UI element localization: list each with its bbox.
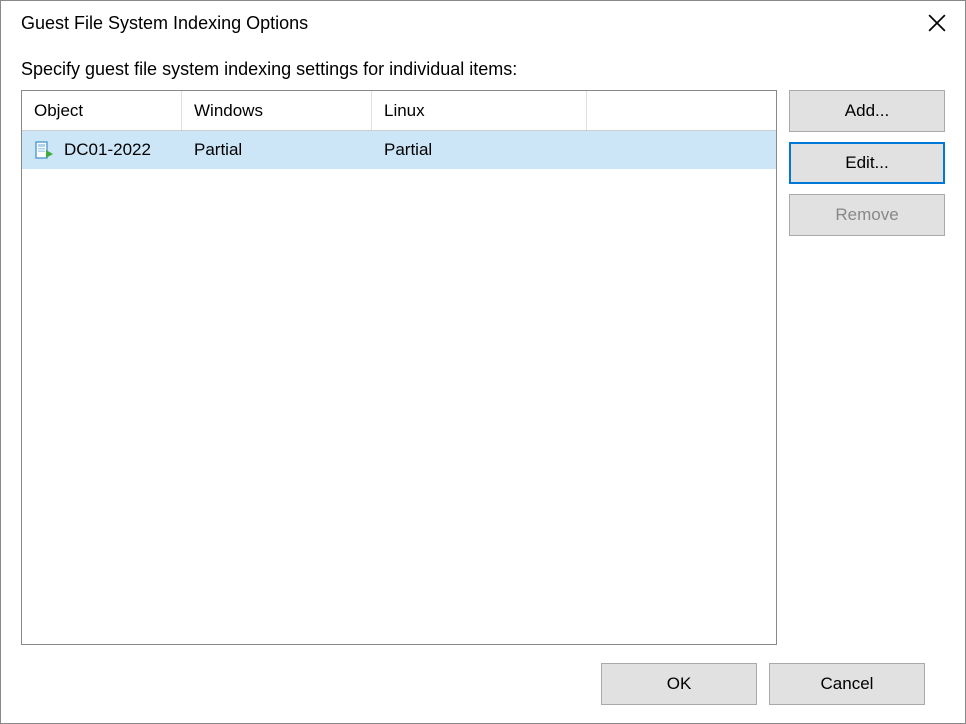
- column-header-spacer: [587, 91, 776, 130]
- remove-button: Remove: [789, 194, 945, 236]
- cell-object-label: DC01-2022: [64, 140, 151, 160]
- dialog-footer: OK Cancel: [21, 645, 945, 723]
- side-button-panel: Add... Edit... Remove: [789, 90, 945, 645]
- column-header-object[interactable]: Object: [22, 91, 182, 130]
- add-button[interactable]: Add...: [789, 90, 945, 132]
- cell-object: DC01-2022: [22, 131, 182, 169]
- cancel-button[interactable]: Cancel: [769, 663, 925, 705]
- close-icon: [928, 14, 946, 32]
- titlebar: Guest File System Indexing Options: [1, 1, 965, 45]
- cell-linux: Partial: [372, 131, 587, 169]
- column-header-windows[interactable]: Windows: [182, 91, 372, 130]
- close-button[interactable]: [917, 3, 957, 43]
- vm-icon: [34, 140, 54, 160]
- ok-button[interactable]: OK: [601, 663, 757, 705]
- cell-windows: Partial: [182, 131, 372, 169]
- table-header: Object Windows Linux: [22, 91, 776, 131]
- description-label: Specify guest file system indexing setti…: [21, 59, 945, 80]
- column-header-linux[interactable]: Linux: [372, 91, 587, 130]
- indexing-table: Object Windows Linux DC01-20: [21, 90, 777, 645]
- table-body: DC01-2022 Partial Partial: [22, 131, 776, 644]
- dialog-title: Guest File System Indexing Options: [21, 13, 308, 34]
- edit-button[interactable]: Edit...: [789, 142, 945, 184]
- table-row[interactable]: DC01-2022 Partial Partial: [22, 131, 776, 169]
